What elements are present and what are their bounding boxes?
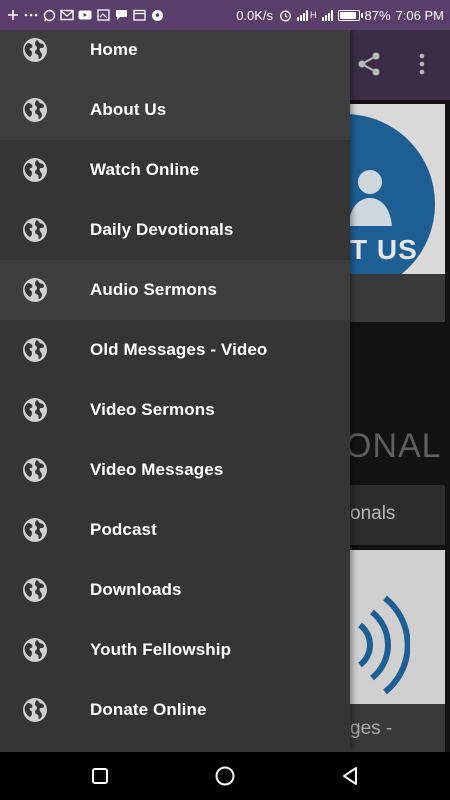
whatsapp-icon: [42, 8, 56, 22]
network-speed: 0.0K/s: [236, 7, 274, 23]
menu-item-daily-devotionals[interactable]: Daily Devotionals: [0, 200, 350, 260]
alarm-icon: [278, 8, 292, 22]
globe-icon: [22, 337, 48, 363]
menu-item-label: Podcast: [90, 520, 157, 539]
back-icon[interactable]: [338, 764, 362, 788]
soccer-icon: [150, 8, 164, 22]
status-bar: 0.0K/s H 87% 7:06 PM: [0, 0, 450, 30]
menu-item-label: About Us: [90, 100, 167, 119]
menu-item-watch-online[interactable]: Watch Online: [0, 140, 350, 200]
card-title: ONAL: [345, 427, 442, 465]
person-icon: [348, 170, 392, 226]
menu-item-video-sermons[interactable]: Video Sermons: [0, 380, 350, 440]
plus-icon: [6, 8, 20, 22]
globe-icon: [22, 457, 48, 483]
gmail-icon: [60, 8, 74, 22]
globe-icon: [22, 217, 48, 243]
globe-icon: [22, 277, 48, 303]
navigation-drawer: Home About Us Watch Online Daily Devotio…: [0, 30, 350, 752]
menu-item-podcast[interactable]: Podcast: [0, 500, 350, 560]
menu-item-label: Video Sermons: [90, 400, 215, 419]
menu-item-audio-sermons[interactable]: Audio Sermons: [0, 260, 350, 320]
menu-item-label: Youth Fellowship: [90, 640, 232, 659]
recents-icon[interactable]: [88, 764, 112, 788]
battery-percent: 87%: [364, 7, 391, 23]
globe-icon: [22, 637, 48, 663]
menu-item-label: Video Messages: [90, 460, 224, 479]
menu-item-downloads[interactable]: Downloads: [0, 560, 350, 620]
signal-icon: [297, 9, 309, 21]
menu-item-home[interactable]: Home: [0, 30, 350, 80]
globe-icon: [22, 37, 48, 63]
globe-icon: [22, 697, 48, 723]
globe-icon: [22, 517, 48, 543]
more-dots-icon: [24, 8, 38, 22]
chat-icon: [114, 8, 128, 22]
menu-item-youth-fellowship[interactable]: Youth Fellowship: [0, 620, 350, 680]
globe-icon: [22, 157, 48, 183]
card-footer-text: onals: [350, 503, 396, 524]
globe-icon: [22, 97, 48, 123]
menu-item-label: Watch Online: [90, 160, 200, 179]
menu-item-old-messages-video[interactable]: Old Messages - Video: [0, 320, 350, 380]
clock: 7:06 PM: [395, 7, 444, 23]
sound-waves-icon: [358, 595, 410, 695]
status-right: 0.0K/s H 87% 7:06 PM: [236, 0, 444, 30]
image-icon: [96, 8, 110, 22]
menu-item-label: Downloads: [90, 580, 182, 599]
menu-item-label: Audio Sermons: [90, 280, 217, 299]
menu-item-about-us[interactable]: About Us: [0, 80, 350, 140]
globe-icon: [22, 577, 48, 603]
share-icon[interactable]: [355, 50, 383, 78]
menu-item-label: Donate Online: [90, 700, 207, 719]
home-icon[interactable]: [213, 764, 237, 788]
notification-icons: [0, 8, 164, 22]
battery-icon: [337, 9, 363, 21]
system-nav-bar: [0, 752, 450, 800]
network-type: H: [310, 10, 317, 20]
menu-item-label: Daily Devotionals: [90, 220, 234, 239]
youtube-icon: [78, 8, 92, 22]
menu-item-label: Home: [90, 40, 138, 59]
overflow-menu-icon[interactable]: [412, 50, 432, 78]
screen: 0.0K/s H 87% 7:06 PM T US ONAL onals ges…: [0, 0, 450, 800]
menu-item-video-messages[interactable]: Video Messages: [0, 440, 350, 500]
globe-icon: [22, 397, 48, 423]
signal-icon-2: [321, 9, 333, 21]
card-title: T US: [350, 234, 418, 265]
calendar-icon: [132, 8, 146, 22]
menu-item-donate-online[interactable]: Donate Online: [0, 680, 350, 740]
card-footer-text: ges -: [350, 718, 393, 739]
menu-item-label: Old Messages - Video: [90, 340, 268, 359]
